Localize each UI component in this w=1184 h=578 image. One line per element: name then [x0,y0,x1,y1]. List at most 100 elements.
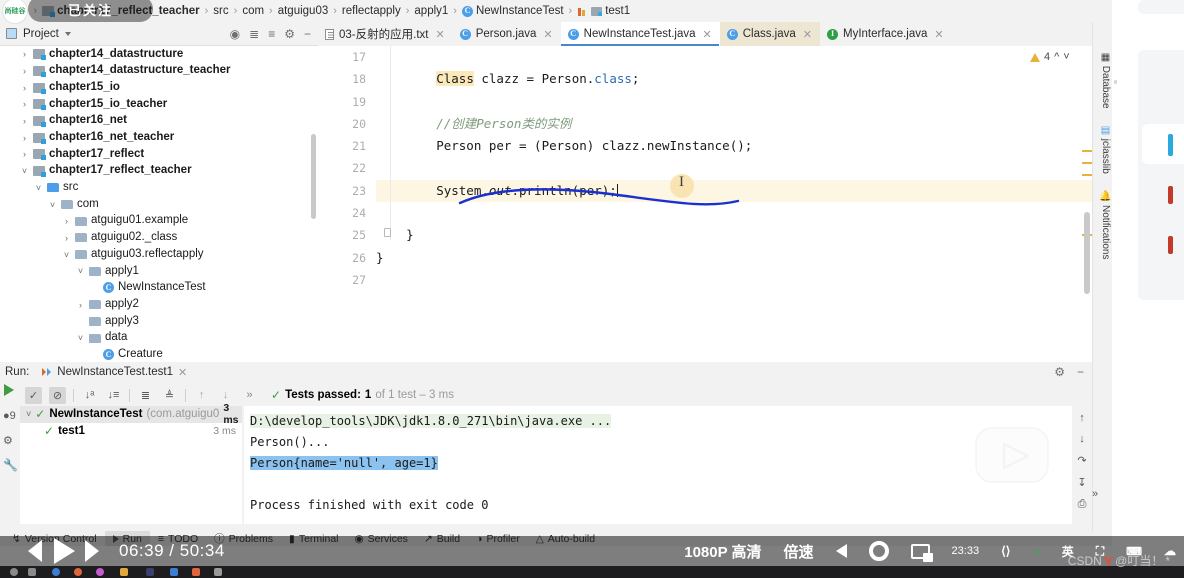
editor-tab-0[interactable]: 03-反射的应用.txt ✕ [318,22,453,46]
next-problem-icon[interactable]: ˅ [1063,51,1069,63]
tree-node-newinstancetest[interactable]: C NewInstanceTest [0,280,318,297]
breadcrumb-item-4[interactable]: atguigu03 [276,5,331,17]
tree-node-com[interactable]: ˅ com [0,196,318,213]
expand-all-icon[interactable]: ≣ [137,387,154,404]
collapse-all-icon[interactable]: ≡ [268,27,275,41]
tree-node-chapter14-datastructure[interactable]: › chapter14_datastructure [0,46,318,63]
close-icon[interactable]: ✕ [543,28,552,41]
chevron-right-icon[interactable]: › [20,116,29,126]
chrome-icon[interactable] [74,568,82,576]
tree-node-chapter17-reflect[interactable]: › chapter17_reflect [0,146,318,163]
chevron-right-icon[interactable]: › [20,66,29,76]
tree-node-apply2[interactable]: › apply2 [0,296,318,313]
code-editor[interactable]: 17 18 19 20 21 22 23 24 25 26 27 Class clazz = Per… [318,46,1112,362]
tool-window-notifications[interactable]: 🔔 Notifications [1095,190,1111,259]
tree-node-apply1[interactable]: ˅ apply1 [0,263,318,280]
app-icon[interactable] [214,568,222,576]
previous-video-icon[interactable] [28,540,44,562]
soft-wrap-icon[interactable]: ↷ [1077,454,1086,467]
chevron-right-icon[interactable]: › [20,49,29,59]
expand-all-icon[interactable]: ≣ [249,27,259,41]
test-tree-row-class[interactable]: ˅ ✓ NewInstanceTest (com.atguigu0 3 ms [20,402,242,426]
run-panel-tab[interactable]: NewInstanceTest.test1 ✕ [35,366,193,379]
close-icon[interactable]: ✕ [435,28,444,41]
editor-vertical-scrollbar[interactable] [1084,212,1090,294]
ime-icon[interactable]: ◑ [1032,544,1039,558]
app-icon[interactable] [170,568,178,576]
breadcrumb-item-2[interactable]: src [211,5,230,17]
console-output[interactable]: D:\develop_tools\JDK\jdk1.8.0_271\bin\ja… [244,406,1072,524]
chevron-down-icon[interactable]: ˅ [34,183,43,193]
tree-node-chapter16-net-teacher[interactable]: › chapter16_net_teacher [0,129,318,146]
browser-icon[interactable] [52,568,60,576]
chevron-right-icon[interactable]: › [76,300,85,310]
warning-marker[interactable] [1082,150,1092,152]
idea-icon[interactable] [146,568,154,576]
picture-in-picture-icon[interactable] [910,543,933,562]
chevron-right-icon[interactable]: › [62,233,71,243]
video-quality-button[interactable]: 1080P 高清 [684,541,761,562]
tree-node-chapter14-datastructure-teacher[interactable]: › chapter14_datastructure_teacher [0,63,318,80]
prev-problem-icon[interactable]: ^ [1054,51,1059,63]
run-play-icon[interactable] [4,384,14,396]
chevron-right-icon[interactable]: › [20,133,29,143]
tool-window-jclasslib[interactable]: ▤ jclasslib [1095,125,1111,174]
show-passed-icon[interactable]: ✓ [25,386,42,404]
project-tree-scrollbar[interactable] [311,134,316,219]
hide-icon[interactable]: − [1077,365,1084,379]
editor-gutter[interactable]: 17 18 19 20 21 22 23 24 25 26 27 [318,46,376,362]
close-icon[interactable]: ✕ [178,366,187,379]
scroll-down-icon[interactable]: ↓ [1079,433,1085,445]
breadcrumb-item-3[interactable]: com [240,5,266,17]
editor-marker-rail[interactable] [1082,46,1092,362]
next-video-icon[interactable] [85,540,101,562]
chevron-right-icon[interactable]: › [20,99,29,109]
tree-node-data[interactable]: ˅ data [0,330,318,347]
test-result-tree[interactable]: ˅ ✓ NewInstanceTest (com.atguigu0 3 ms ✓… [20,402,242,524]
locate-icon[interactable]: ◉ [230,27,240,41]
breadcrumb-item-7[interactable]: C NewInstanceTest [460,5,566,17]
chevron-down-icon[interactable]: ˅ [26,409,31,419]
settings-gear-icon[interactable] [868,541,889,561]
tree-node-creature[interactable]: C Creature [0,346,318,362]
play-icon[interactable] [54,538,75,564]
tree-node-chapter15-io-teacher[interactable]: › chapter15_io_teacher [0,96,318,113]
tree-node-atguigu03-reflectapply[interactable]: ˅ atguigu03.reflectapply [0,246,318,263]
show-ignored-icon[interactable]: ⊘ [49,386,66,404]
tool-window-database[interactable]: ▦ Database [1095,52,1111,109]
breadcrumb-item-6[interactable]: apply1 [412,5,450,17]
editor-tab-3[interactable]: C Class.java ✕ [719,22,821,46]
breadcrumb-item-8[interactable]: test1 [575,5,632,17]
chevron-right-icon[interactable]: › [20,83,29,93]
close-icon[interactable]: ✕ [703,28,712,41]
tree-node-atguigu02--class[interactable]: › atguigu02._class [0,230,318,247]
warning-marker[interactable] [1082,174,1092,176]
collapse-all-icon[interactable]: ≜ [161,387,178,404]
chevron-down-icon[interactable]: ˅ [76,333,85,343]
settings-gear-icon[interactable]: ⚙ [1054,365,1065,379]
services-icon[interactable]: ⚙ [3,434,13,447]
scroll-up-icon[interactable]: ↑ [1079,412,1085,424]
breadcrumb-item-5[interactable]: reflectapply [340,5,403,17]
task-view-icon[interactable] [28,568,36,576]
explorer-icon[interactable] [120,568,128,576]
tree-node-chapter17-reflect-teacher[interactable]: ˅ chapter17_reflect_teacher [0,163,318,180]
sort-by-duration-icon[interactable]: ↓≡ [105,387,122,404]
tree-node-chapter16-net[interactable]: › chapter16_net [0,113,318,130]
chevron-down-icon[interactable]: ˅ [20,166,29,176]
editor-tab-1[interactable]: C Person.java ✕ [453,22,561,46]
chevron-right-icon[interactable]: › [20,149,29,159]
app-icon[interactable] [192,568,200,576]
inspection-widget[interactable]: 4 ^ ˅ [1030,46,1090,68]
tree-node-atguigu01-example[interactable]: › atguigu01.example [0,213,318,230]
settings-gear-icon[interactable]: ⚙ [284,27,295,41]
warning-marker[interactable] [1082,162,1092,164]
close-icon[interactable]: ✕ [934,28,943,41]
next-failed-icon[interactable]: ↓ [217,387,234,404]
hide-icon[interactable]: − [304,27,311,41]
more-chevrons-icon[interactable]: » [241,387,258,404]
project-tree[interactable]: › chapter14_datastructure › chapter14_datas… [0,46,318,362]
test-tree-row-method[interactable]: ✓ test1 3 ms [20,423,242,440]
expand-icon[interactable]: » [1092,488,1098,500]
tree-node-chapter15-io[interactable]: › chapter15_io [0,79,318,96]
